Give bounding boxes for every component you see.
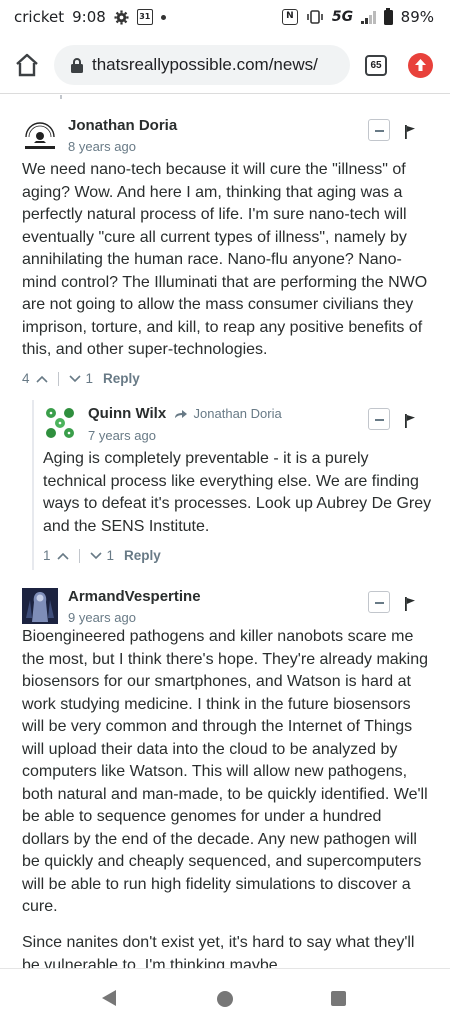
reply-button[interactable]: Reply [103, 371, 140, 386]
comment-body-continued: Since nanites don't exist yet, it's hard… [22, 934, 415, 968]
comment-author[interactable]: Quinn Wilx [88, 405, 166, 422]
comment-body: Bioengineered pathogens and killer nanob… [22, 628, 429, 915]
notification-dot-icon [160, 14, 166, 20]
avatar-image [42, 405, 78, 441]
reply-button[interactable]: Reply [124, 548, 161, 563]
flag-icon[interactable] [404, 125, 416, 139]
comments-list: Jonathan Doria 8 years ago We need nano-… [0, 95, 450, 968]
comment-body: We need nano-tech because it will cure t… [22, 161, 428, 358]
calendar-icon: 31 [136, 9, 153, 25]
network-type: 5G [331, 9, 354, 25]
chevron-down-icon[interactable] [68, 374, 82, 384]
comment-quinn-wilx: Quinn Wilx Jonathan Doria 7 years ago Ag… [0, 395, 450, 575]
avatar[interactable] [42, 405, 78, 441]
comment-time[interactable]: 7 years ago [88, 428, 156, 443]
avatar-image [22, 588, 58, 624]
gear-icon [114, 9, 129, 25]
clock: 9:08 [72, 8, 106, 26]
chevron-up-icon[interactable] [35, 374, 49, 384]
comment-actions: 4 1 Reply [22, 371, 140, 386]
chevron-down-icon[interactable] [89, 551, 103, 561]
flag-icon[interactable] [404, 597, 416, 611]
chevron-up-icon[interactable] [56, 551, 70, 561]
comment-time[interactable]: 9 years ago [68, 610, 136, 625]
address-bar[interactable]: thatsreallypossible.com/news/ [54, 45, 350, 85]
comment-author-line: Quinn Wilx Jonathan Doria [88, 405, 282, 422]
lock-icon [71, 58, 83, 73]
downvote-count: 1 [85, 371, 94, 386]
comment-time[interactable]: 8 years ago [68, 139, 136, 154]
nfc-icon: N [281, 9, 298, 25]
comment-author[interactable]: Jonathan Doria [68, 117, 177, 134]
comment-author[interactable]: ArmandVespertine [68, 588, 201, 605]
update-icon[interactable] [408, 53, 433, 78]
collapse-button[interactable] [368, 408, 390, 430]
recent-apps-icon[interactable] [331, 991, 346, 1006]
avatar[interactable] [22, 117, 58, 153]
collapse-button[interactable] [368, 591, 390, 613]
comment-actions: 1 1 Reply [43, 548, 161, 563]
divider [57, 371, 59, 386]
back-icon[interactable] [102, 990, 116, 1006]
status-bar: cricket 9:08 31 N 5G 89% [0, 0, 450, 36]
collapse-button[interactable] [368, 119, 390, 141]
comment-body: Aging is completely preventable - it is … [43, 450, 432, 535]
army-logo-icon [22, 117, 58, 153]
upvote-count: 4 [22, 371, 30, 386]
home-icon[interactable] [14, 52, 40, 78]
battery-icon [383, 7, 393, 25]
signal-icon [361, 10, 376, 24]
avatar[interactable] [22, 588, 58, 624]
browser-toolbar: thatsreallypossible.com/news/ 65 [0, 36, 450, 94]
comment-armandvespertine: ArmandVespertine 9 years ago Bioengineer… [0, 579, 450, 968]
tabs-button[interactable]: 65 [365, 55, 387, 76]
upvote-count: 1 [43, 548, 51, 563]
comment-jonathan-doria: Jonathan Doria 8 years ago We need nano-… [0, 95, 450, 395]
reply-arrow-icon [175, 410, 188, 419]
system-nav-bar [0, 968, 450, 1025]
carrier-label: cricket [14, 8, 65, 26]
flag-icon[interactable] [404, 414, 416, 428]
reply-to-author[interactable]: Jonathan Doria [194, 406, 282, 421]
vibrate-icon [307, 10, 323, 24]
downvote-count: 1 [106, 548, 115, 563]
divider [78, 548, 80, 563]
battery-percent: 89% [400, 8, 434, 26]
home-circle-icon[interactable] [217, 991, 233, 1007]
url-text: thatsreallypossible.com/news/ [92, 55, 318, 74]
